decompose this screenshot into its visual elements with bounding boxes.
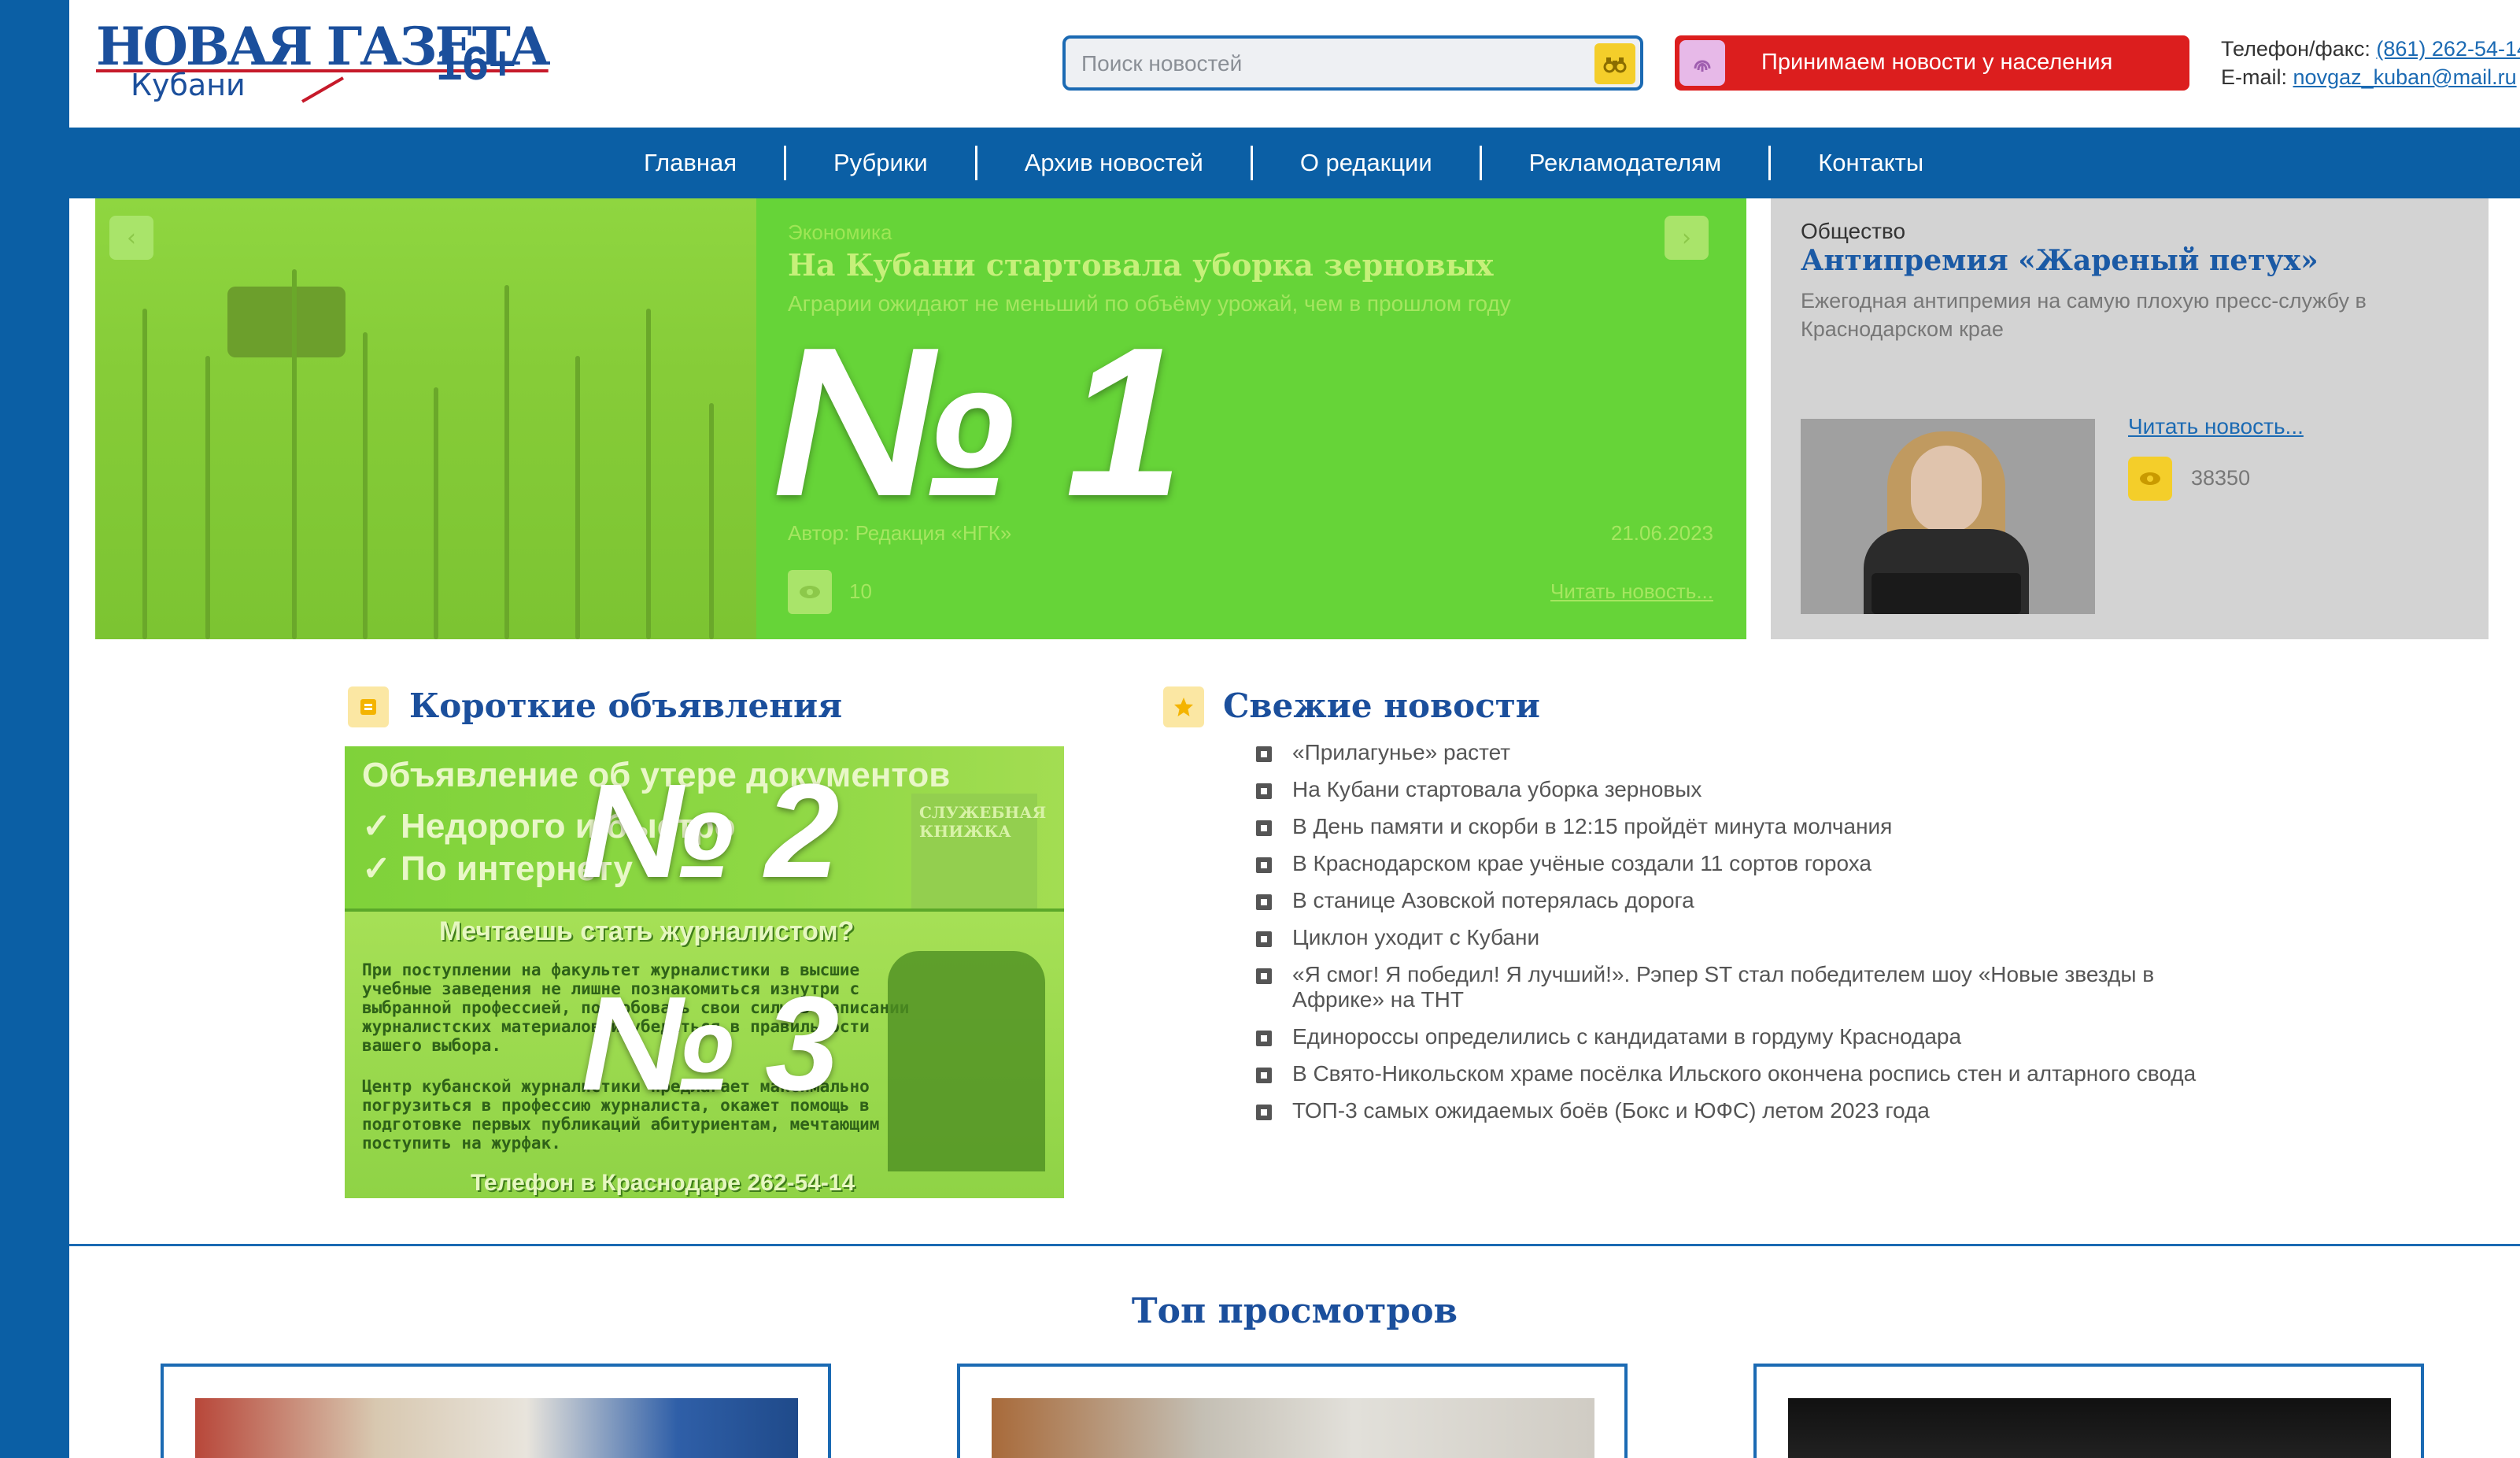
side-image[interactable] — [1801, 419, 2095, 614]
search-button[interactable] — [1594, 43, 1635, 84]
slider-prev-button[interactable]: ‹ — [109, 216, 153, 260]
hero-title[interactable]: На Кубани стартовала уборка зерновых — [788, 247, 1493, 283]
bullet-icon — [1256, 931, 1272, 947]
bullet-icon — [1256, 820, 1272, 836]
top-views-card[interactable] — [1753, 1364, 2424, 1458]
top-views-thumbnail — [195, 1398, 798, 1458]
section-divider — [69, 1244, 2520, 1246]
eye-icon — [788, 570, 832, 614]
site-logo[interactable]: НОВАЯ ГАЗЕТА Кубани — [96, 16, 551, 110]
nav-item-archive[interactable]: Архив новостей — [974, 146, 1251, 180]
email-label: E-mail: — [2221, 65, 2288, 89]
bullet-icon — [1256, 1031, 1272, 1046]
fresh-news-item[interactable]: В Свято-Никольском храме посёлка Ильског… — [1253, 1061, 2308, 1086]
fresh-news-item[interactable]: Циклон уходит с Кубани — [1253, 925, 2308, 950]
logo-accent-line — [301, 76, 344, 103]
side-views-count: 38350 — [2191, 466, 2251, 490]
hero-image[interactable] — [95, 198, 756, 639]
hero-read-more-link[interactable]: Читать новость... — [1550, 579, 1713, 604]
fresh-news-list: «Прилагунье» растет На Кубани стартовала… — [1253, 740, 2308, 1135]
left-edge-strip — [0, 0, 69, 1458]
binoculars-icon — [1603, 57, 1627, 73]
site-header: НОВАЯ ГАЗЕТА Кубани 16+ Поиск новостей П… — [69, 0, 2520, 128]
slider-next-button[interactable]: › — [1665, 216, 1709, 260]
submit-news-label: Принимаем новости у населения — [1761, 50, 2113, 75]
announcement-icon — [348, 686, 389, 727]
bullet-icon — [1256, 857, 1272, 873]
phone-label: Телефон/факс: — [2221, 37, 2370, 61]
nav-item-contacts[interactable]: Контакты — [1768, 146, 1971, 180]
fresh-news-item[interactable]: «Прилагунье» растет — [1253, 740, 2308, 765]
logo-sub-text: Кубани — [131, 68, 246, 102]
fresh-news-item[interactable]: В День памяти и скорби в 12:15 пройдёт м… — [1253, 814, 2308, 839]
main-nav: Главная Рубрики Архив новостей О редакци… — [69, 128, 2520, 198]
ad2-phone: Телефон в Краснодаре 262-54-14 — [471, 1170, 855, 1196]
fresh-news-item[interactable]: ТОП-3 самых ожидаемых боёв (Бокс и ЮФС) … — [1253, 1098, 2308, 1123]
cameraman-silhouette — [888, 951, 1045, 1171]
side-read-more-link[interactable]: Читать новость... — [2128, 414, 2304, 439]
bullet-icon — [1256, 746, 1272, 762]
fresh-news-item[interactable]: Единороссы определились с кандидатами в … — [1253, 1024, 2308, 1049]
bullet-icon — [1256, 894, 1272, 910]
nav-item-advertisers[interactable]: Рекламодателям — [1479, 146, 1769, 180]
short-ads-title: Короткие объявления — [409, 686, 843, 725]
fresh-news-title: Свежие новости — [1223, 686, 1540, 725]
fresh-news-item[interactable]: В Краснодарском крае учёные создали 11 с… — [1253, 851, 2308, 876]
top-views-title: Топ просмотров — [1131, 1291, 1458, 1331]
nav-item-rubrics[interactable]: Рубрики — [784, 146, 975, 180]
phone-link[interactable]: (861) 262-54-14 — [2376, 37, 2520, 61]
bullet-icon — [1256, 783, 1272, 799]
service-book-image: СЛУЖЕБНАЯ КНИЖКА — [911, 794, 1046, 912]
side-subtitle: Ежегодная антипремия на самую плохую пре… — [1801, 289, 2367, 341]
fresh-news-item[interactable]: «Я смог! Я победил! Я лучший!». Рэпер ST… — [1253, 962, 2229, 1012]
email-link[interactable]: novgaz_kuban@mail.ru — [2293, 65, 2517, 89]
hero-category[interactable]: Экономика — [788, 220, 892, 245]
fingerprint-icon — [1679, 40, 1725, 86]
ad2-title: Мечтаешь стать журналистом? — [439, 916, 855, 946]
search-input[interactable] — [1081, 46, 1554, 81]
side-title[interactable]: Антипремия «Жареный петух» — [1801, 244, 2319, 277]
top-views-card[interactable] — [161, 1364, 831, 1458]
nav-item-about[interactable]: О редакции — [1250, 146, 1480, 180]
hero-slider: ‹ › Экономика На Кубани стартовала уборк… — [95, 198, 1746, 639]
featured-side-card: Общество Антипремия «Жареный петух» Ежег… — [1771, 198, 2489, 639]
top-views-card[interactable] — [957, 1364, 1628, 1458]
age-rating: 16+ — [436, 37, 516, 90]
typewriter-shape — [1872, 573, 2021, 614]
top-views-thumbnail — [992, 1398, 1594, 1458]
ad-marker-2: № 2 — [581, 757, 840, 906]
hero-date: 21.06.2023 — [1610, 521, 1713, 545]
side-category[interactable]: Общество — [1801, 219, 1905, 244]
star-icon — [1163, 686, 1204, 727]
nav-item-home[interactable]: Главная — [597, 146, 784, 180]
service-book-label: СЛУЖЕБНАЯ КНИЖКА — [919, 803, 1047, 841]
ad-marker-3: № 3 — [581, 969, 840, 1119]
combine-harvester-shape — [227, 287, 345, 357]
submit-news-button[interactable]: Принимаем новости у населения — [1675, 35, 2189, 91]
bullet-icon — [1256, 1105, 1272, 1120]
hero-marker-1: № 1 — [772, 304, 1184, 541]
fresh-news-item[interactable]: В станице Азовской потерялась дорога — [1253, 888, 2308, 913]
header-contacts: Телефон/факс: (861) 262-54-14 E-mail: no… — [2221, 35, 2520, 91]
hero-views-count: 10 — [849, 579, 872, 603]
short-ads-banner[interactable]: Объявление об утере документов ✓ Недорог… — [345, 746, 1064, 1198]
eye-icon — [2128, 457, 2172, 501]
bullet-icon — [1256, 968, 1272, 984]
hero-author: Автор: Редакция «НГК» — [788, 521, 1012, 545]
page: НОВАЯ ГАЗЕТА Кубани 16+ Поиск новостей П… — [69, 0, 2520, 1458]
fresh-news-item[interactable]: На Кубани стартовала уборка зерновых — [1253, 777, 2308, 802]
bullet-icon — [1256, 1068, 1272, 1083]
top-views-thumbnail — [1788, 1398, 2391, 1458]
search-box — [1062, 35, 1643, 91]
